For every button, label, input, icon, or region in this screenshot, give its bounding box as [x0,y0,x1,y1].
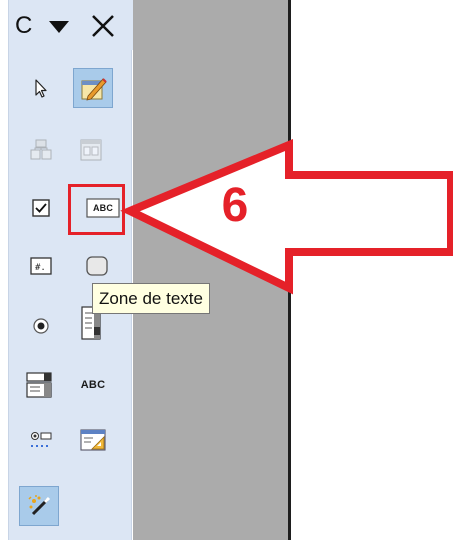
step-number-label: 6 [221,179,249,232]
annotation-arrow-icon [120,139,453,295]
text-box-tooltip: Zone de texte [92,283,210,314]
